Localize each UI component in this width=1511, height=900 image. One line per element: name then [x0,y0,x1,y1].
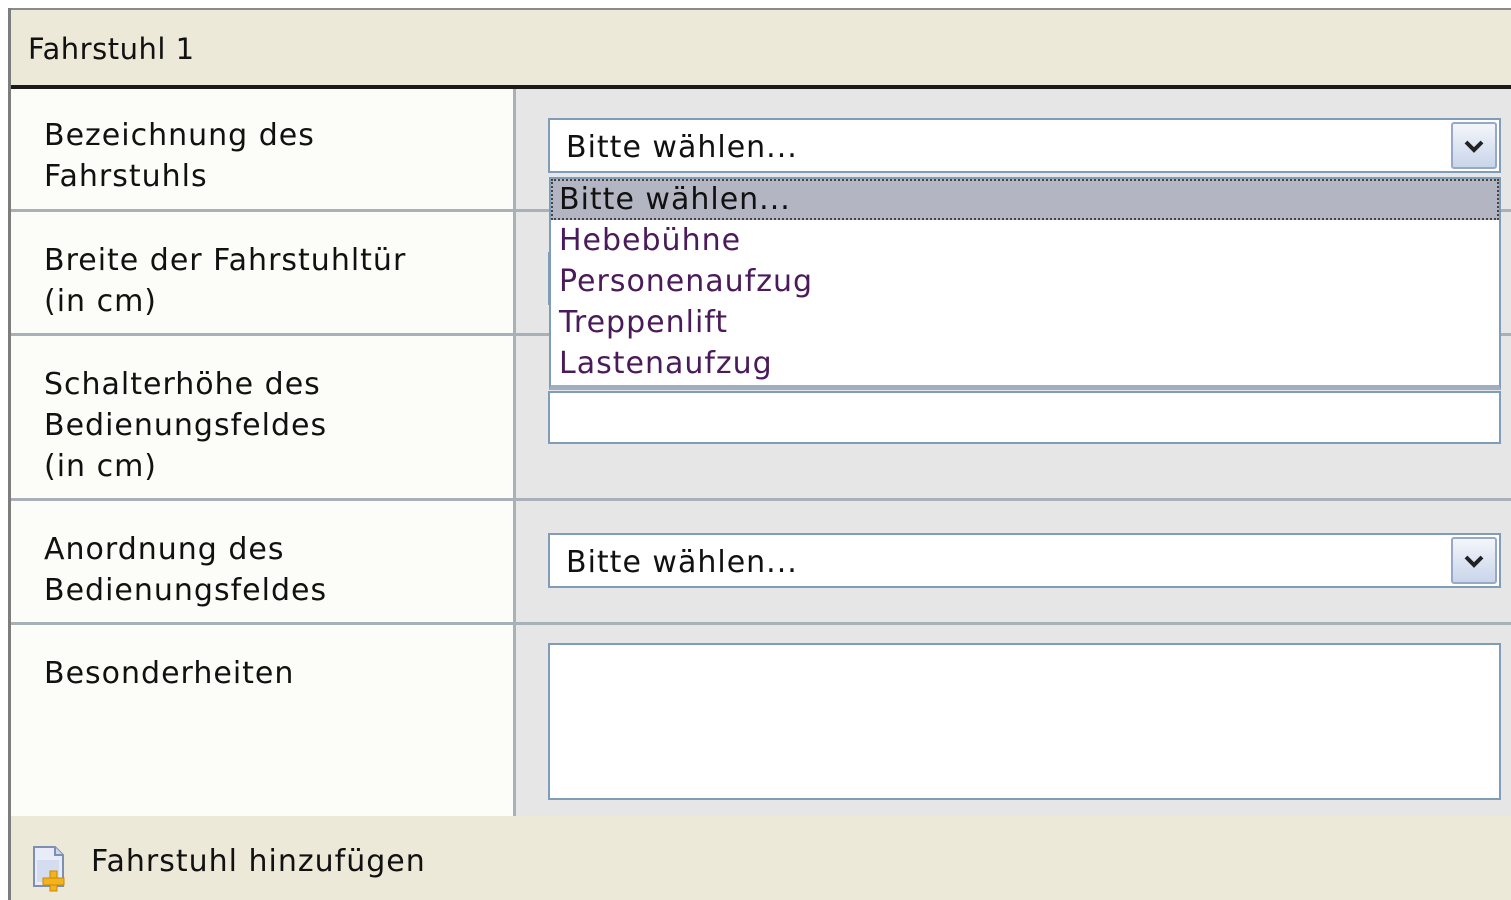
dropdown-option[interactable]: Hebebühne [551,220,1499,261]
label-line: (in cm) [44,449,158,484]
label-line: Bedienungsfeldes [44,573,328,608]
label-line: (in cm) [44,284,158,319]
dropdown-option[interactable]: Treppenlift [551,302,1499,343]
anordnung-select[interactable]: Bitte wählen... [548,533,1501,588]
label-cell: Schalterhöhe des Bedienungsfeldes (in cm… [11,336,513,499]
label-anordnung: Anordnung des Bedienungsfeldes [44,529,327,611]
section-header: Fahrstuhl 1 [11,10,1511,89]
elevator-form: Fahrstuhl 1 Bezeichnung des Fahrstuhls B… [0,0,1511,900]
label-cell: Besonderheiten [11,625,513,816]
dropdown-button[interactable] [1451,122,1497,169]
section-title: Fahrstuhl 1 [28,32,195,66]
label-cell: Anordnung des Bedienungsfeldes [11,501,513,622]
chevron-down-icon [1463,133,1485,158]
add-document-icon[interactable] [31,844,71,892]
select-value: Bitte wählen... [566,545,798,580]
add-elevator-bar[interactable]: Fahrstuhl hinzufügen [11,816,1511,900]
label-line: Bedienungsfeldes [44,408,328,443]
label-line: Anordnung des [44,532,285,567]
chevron-down-icon [1463,548,1485,573]
select-value: Bitte wählen... [566,130,798,165]
dropdown-option[interactable]: Bitte wählen... [551,179,1499,220]
label-line: Schalterhöhe des [44,367,321,402]
besonderheiten-textarea[interactable] [548,643,1501,800]
label-breite: Breite der Fahrstuhltür (in cm) [44,240,406,322]
label-bezeichnung: Bezeichnung des Fahrstuhls [44,115,315,197]
dropdown-option[interactable]: Personenaufzug [551,261,1499,302]
dropdown-option[interactable]: Lastenaufzug [551,343,1499,384]
label-line: Bezeichnung des [44,118,315,153]
label-cell: Breite der Fahrstuhltür (in cm) [11,212,513,333]
label-cell: Bezeichnung des Fahrstuhls [11,89,513,210]
label-besonderheiten: Besonderheiten [44,656,295,691]
add-elevator-link[interactable]: Fahrstuhl hinzufügen [91,844,426,879]
dropdown-button[interactable] [1451,537,1497,584]
bezeichnung-dropdown-list: Bitte wählen... Hebebühne Personenaufzug… [549,177,1501,390]
page-margin [0,0,8,900]
label-line: Fahrstuhls [44,159,208,194]
form-left-border [8,8,11,900]
bezeichnung-select[interactable]: Bitte wählen... [548,118,1501,173]
label-line: Breite der Fahrstuhltür [44,243,407,278]
schalterhoehe-input[interactable] [548,391,1501,444]
label-schalterhoehe: Schalterhöhe des Bedienungsfeldes (in cm… [44,364,327,487]
